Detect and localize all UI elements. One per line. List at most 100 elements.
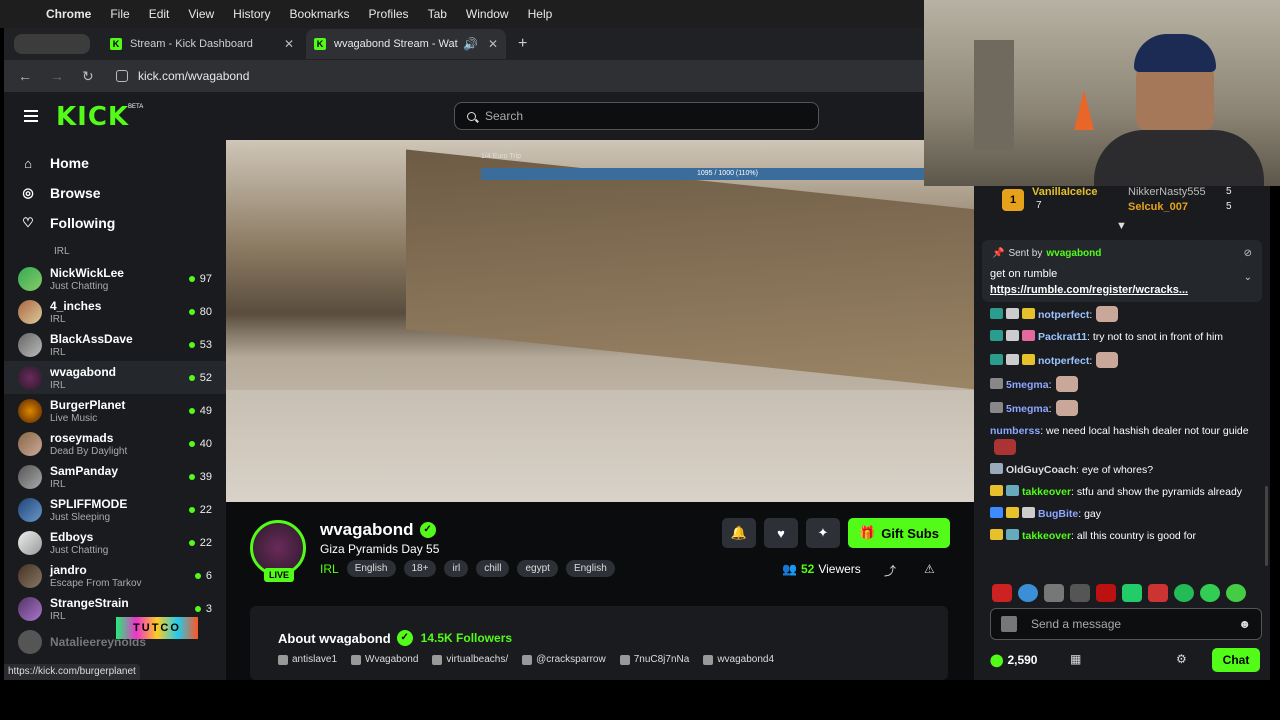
notification-button[interactable]: 🔔 (722, 518, 756, 548)
reload-icon[interactable]: ↻ (82, 68, 100, 85)
social-instagram[interactable]: virtualbeachs/ (432, 654, 508, 665)
sidebar-item-browse[interactable]: ◎ Browse (4, 178, 226, 208)
emote-icon[interactable] (1148, 584, 1168, 602)
browser-tabbar: K Stream - Kick Dashboard ✕ K wvagabond … (4, 28, 924, 60)
emote-icon[interactable] (1096, 584, 1116, 602)
menu-tab[interactable]: Tab (428, 7, 447, 21)
kick-header: KICK BETA Search (4, 92, 974, 140)
channel-wvagabond[interactable]: wvagabond IRL 52 (4, 361, 226, 394)
channel-spliffmode[interactable]: SPLIFFMODE Just Sleeping 22 (4, 493, 226, 526)
channel-jandro[interactable]: jandro Escape From Tarkov 6 (4, 559, 226, 592)
chat-text: : stfu and show the pyramids already (1071, 486, 1243, 498)
tag[interactable]: English (346, 560, 396, 577)
chat-username[interactable]: notperfect (1038, 355, 1089, 367)
streamer-name[interactable]: wvagabond ✓ (320, 520, 436, 540)
badge-icon (1006, 354, 1019, 365)
chat-username[interactable]: takkeover (1022, 486, 1071, 498)
leader-name[interactable]: VanillaIceIce (1032, 186, 1097, 198)
emote-icon[interactable] (1122, 584, 1142, 602)
chat-message-input[interactable]: Send a message ☻ (990, 608, 1262, 640)
menu-profiles[interactable]: Profiles (369, 7, 409, 21)
chat-username[interactable]: numberss (990, 425, 1040, 437)
channel-4-inches[interactable]: 4_inches IRL 80 (4, 295, 226, 328)
social-x[interactable]: antislave1 (278, 654, 337, 665)
tag[interactable]: egypt (517, 560, 558, 577)
menu-file[interactable]: File (110, 7, 129, 21)
chat-username[interactable]: Packrat11 (1038, 331, 1087, 343)
speaker-icon[interactable]: 🔊 (463, 37, 478, 51)
sidebar-item-following[interactable]: ♡ Following (4, 208, 226, 238)
channel-burgerplanet[interactable]: BurgerPlanet Live Music 49 (4, 394, 226, 427)
chat-username[interactable]: 5megma (1006, 403, 1049, 415)
menu-bookmarks[interactable]: Bookmarks (290, 7, 350, 21)
chat-username[interactable]: BugBite (1038, 508, 1078, 520)
site-info-icon[interactable] (116, 70, 128, 82)
tag[interactable]: chill (476, 560, 510, 577)
emote-icon[interactable] (1044, 584, 1064, 602)
chat-text: : try not to snot in front of him (1087, 331, 1224, 343)
channel-blackassdave[interactable]: BlackAssDave IRL 53 (4, 328, 226, 361)
back-icon[interactable]: ← (18, 68, 36, 84)
social-discord[interactable]: 7nuC8j7nNa (619, 654, 689, 665)
chat-username[interactable]: notperfect (1038, 309, 1089, 321)
emote-icon[interactable] (992, 584, 1012, 602)
emote-icon[interactable] (1226, 584, 1246, 602)
chat-send-button[interactable]: Chat (1212, 648, 1260, 672)
url-field[interactable]: kick.com/wvagabond (116, 69, 249, 83)
emote-icon[interactable] (1070, 584, 1090, 602)
sender-name[interactable]: wvagabond (1046, 248, 1101, 259)
tag[interactable]: 18+ (403, 560, 437, 577)
channel-edboys[interactable]: Edboys Just Chatting 22 (4, 526, 226, 559)
category-link[interactable]: IRL (320, 562, 339, 576)
follow-button[interactable]: ♥ (764, 518, 798, 548)
tab-wvagabond-stream[interactable]: K wvagabond Stream - Wat 🔊 ✕ (306, 29, 506, 59)
unpin-icon[interactable]: ⊘ (1244, 248, 1252, 259)
report-icon[interactable]: ⚠ (924, 562, 935, 576)
menu-app[interactable]: Chrome (46, 7, 91, 21)
channel-nickwicklee[interactable]: NickWickLee Just Chatting 97 (4, 262, 226, 295)
menu-history[interactable]: History (233, 7, 270, 21)
chevron-down-icon[interactable]: ⌄ (1244, 272, 1252, 283)
channel-points[interactable]: ⬤ 2,590 (990, 653, 1037, 667)
new-tab-icon[interactable]: + (518, 35, 527, 53)
menu-help[interactable]: Help (528, 7, 553, 21)
social-facebook[interactable]: Wvagabond (351, 654, 418, 665)
social-tiktok[interactable]: wvagabond4 (703, 654, 774, 665)
share-icon[interactable]: ⤴ (884, 562, 896, 579)
pinned-link[interactable]: https://rumble.com/register/wcracks... (990, 284, 1188, 296)
emoji-icon[interactable]: ☻ (1238, 617, 1251, 631)
leader-name[interactable]: Selcuk_007 (1128, 201, 1188, 213)
tab-group-placeholder[interactable] (14, 34, 90, 54)
emote-icon[interactable] (1200, 584, 1220, 602)
menu-edit[interactable]: Edit (149, 7, 170, 21)
chat-scrollbar[interactable] (1265, 486, 1268, 566)
viewer-count: 39 (188, 471, 212, 483)
globe-emote-icon[interactable] (1018, 584, 1038, 602)
chevron-down-icon[interactable]: ▼ (1116, 220, 1127, 232)
tab-kick-dashboard[interactable]: K Stream - Kick Dashboard ✕ (102, 29, 302, 59)
channel-roseymads[interactable]: roseymads Dead By Daylight 40 (4, 427, 226, 460)
chat-username[interactable]: 5megma (1006, 379, 1049, 391)
tag[interactable]: English (565, 560, 615, 577)
channel-sampanday[interactable]: SamPanday IRL 39 (4, 460, 226, 493)
emote-icon[interactable] (1174, 584, 1194, 602)
chat-username[interactable]: OldGuyCoach (1006, 464, 1076, 476)
store-icon[interactable]: ▦ (1070, 652, 1081, 666)
close-icon[interactable]: ✕ (284, 37, 294, 51)
gear-icon[interactable]: ⚙ (1176, 652, 1187, 666)
forward-icon[interactable]: → (50, 68, 68, 84)
leader-name[interactable]: NikkerNasty555 (1128, 186, 1206, 198)
chat-username[interactable]: takkeover (1022, 530, 1071, 542)
menu-view[interactable]: View (188, 7, 214, 21)
sidebar-item-home[interactable]: ⌂ Home (4, 148, 226, 178)
search-input[interactable]: Search (454, 102, 819, 130)
kick-logo[interactable]: KICK (56, 102, 129, 132)
social-youtube[interactable]: @cracksparrow (522, 654, 606, 665)
tag[interactable]: irl (444, 560, 469, 577)
close-icon[interactable]: ✕ (488, 37, 498, 51)
video-player[interactable]: 1/4 Euro Trip 1095 / 1000 (110%) (226, 140, 974, 502)
menu-icon[interactable] (24, 110, 38, 122)
menu-window[interactable]: Window (466, 7, 509, 21)
sparkle-button[interactable]: ✦ (806, 518, 840, 548)
gift-subs-button[interactable]: 🎁 Gift Subs (848, 518, 950, 548)
